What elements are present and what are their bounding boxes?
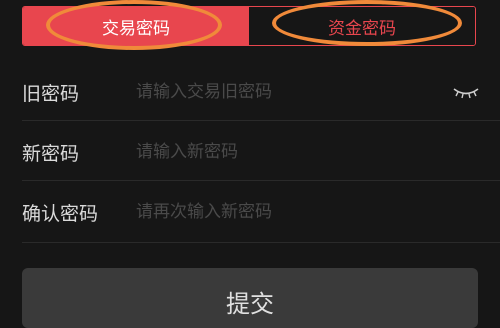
old-password-label: 旧密码 <box>22 82 80 105</box>
new-password-row: 新密码 <box>0 122 500 182</box>
password-type-tabs: 交易密码 资金密码 <box>22 6 476 46</box>
confirm-password-input[interactable] <box>134 193 438 231</box>
divider <box>22 120 500 121</box>
confirm-password-row: 确认密码 <box>0 182 500 242</box>
tab-trade-password[interactable]: 交易密码 <box>23 7 249 45</box>
submit-button[interactable]: 提交 <box>22 268 478 328</box>
confirm-password-label: 确认密码 <box>22 202 99 225</box>
old-password-input[interactable] <box>134 73 438 111</box>
tab-fund-password[interactable]: 资金密码 <box>249 7 475 45</box>
divider <box>22 180 500 181</box>
old-password-row: 旧密码 <box>0 62 500 122</box>
new-password-input[interactable] <box>134 133 438 171</box>
eye-closed-icon[interactable] <box>452 84 480 100</box>
new-password-label: 新密码 <box>22 142 80 165</box>
divider <box>22 242 500 243</box>
